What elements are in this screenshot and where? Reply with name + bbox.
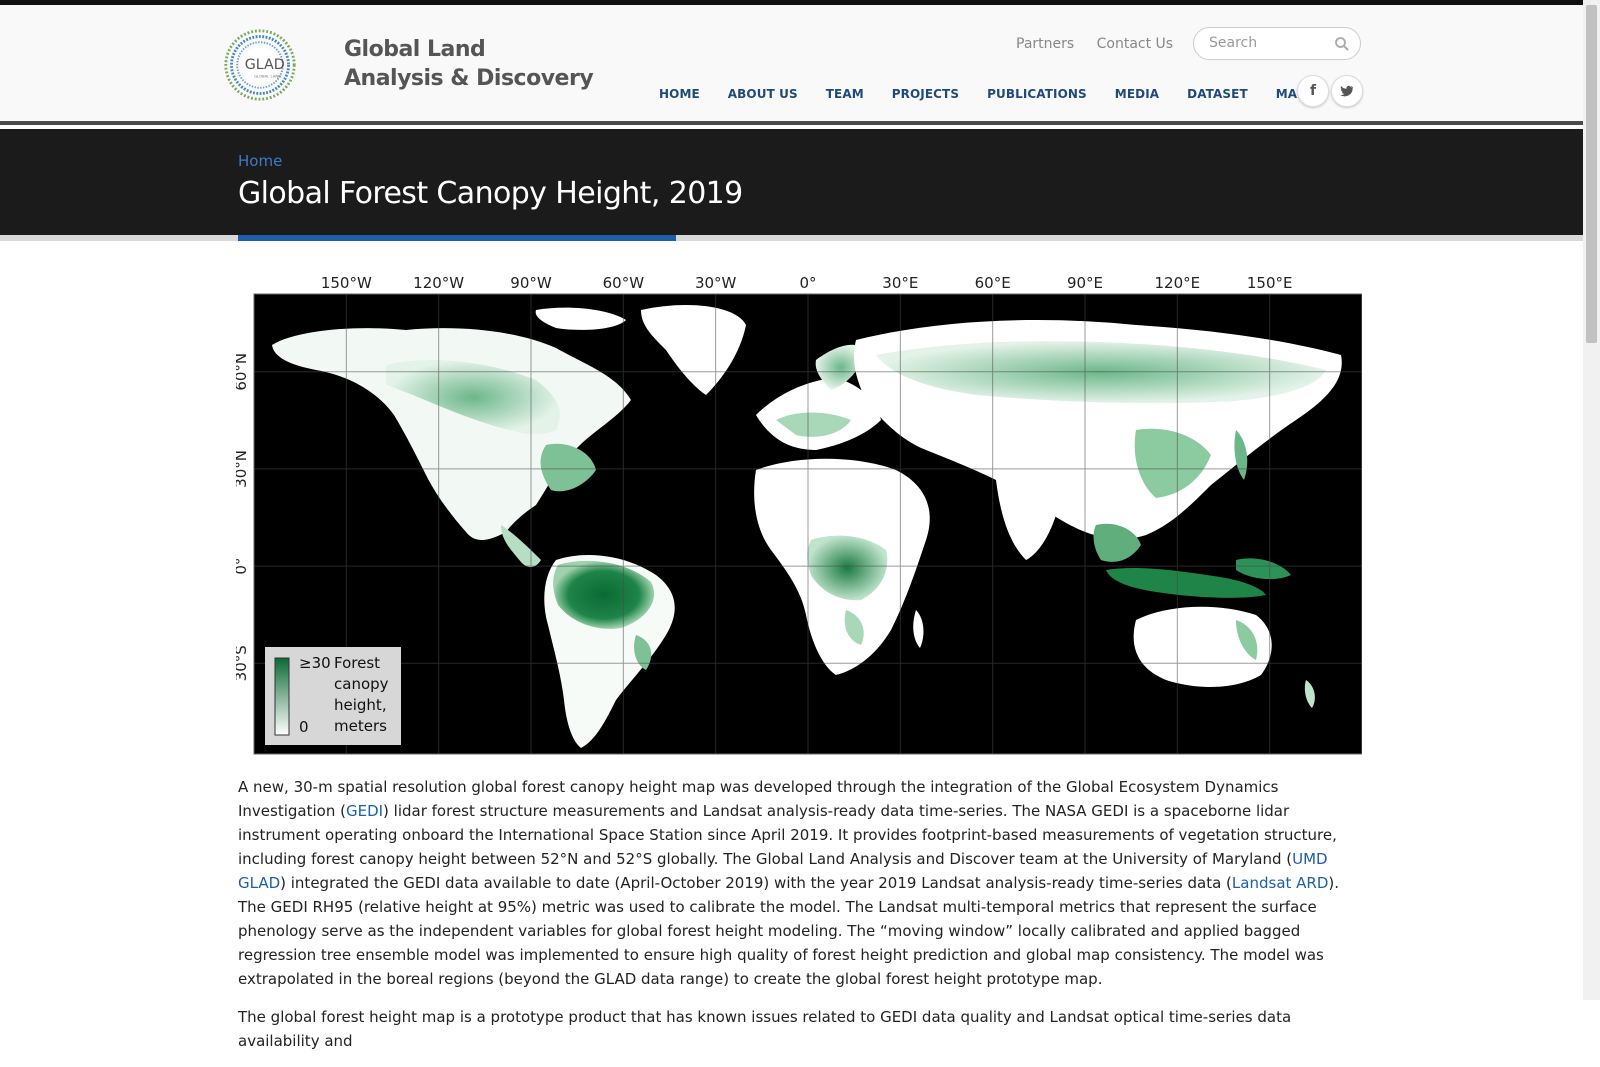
main-nav: HOME ABOUT US TEAM PROJECTS PUBLICATIONS… <box>659 87 1343 101</box>
legend-max: ≥30 <box>299 654 331 672</box>
nav-dataset[interactable]: DATASET <box>1187 87 1248 101</box>
logo-text: GLAD <box>245 57 285 73</box>
legend-min: 0 <box>299 718 309 736</box>
legend-color-ramp <box>274 657 290 736</box>
breadcrumb-home[interactable]: Home <box>238 152 282 170</box>
legend-title-line2: canopy <box>334 675 389 693</box>
paragraph-1: A new, 30-m spatial resolution global fo… <box>238 778 1340 988</box>
page-title: Global Forest Canopy Height, 2019 <box>238 176 743 211</box>
longitude-label: 150°E <box>1247 274 1293 292</box>
legend-title-line1: Forest <box>334 654 380 672</box>
latitude-label: 30°S <box>236 645 250 681</box>
latitude-labels: 60°N 30°N 0° 30°S <box>232 353 250 682</box>
longitude-label: 120°W <box>413 274 464 292</box>
svg-text:GLOBAL LAND: GLOBAL LAND <box>254 73 281 78</box>
legend-title-line4: meters <box>334 717 387 735</box>
search-input[interactable] <box>1207 34 1331 52</box>
nav-publications[interactable]: PUBLICATIONS <box>987 87 1087 101</box>
longitude-label: 30°E <box>882 274 918 292</box>
longitude-labels: 150°W 120°W 90°W 60°W 30°W 0° 30°E 60°E 90°E 120°… <box>321 274 1293 292</box>
glad-logo-icon[interactable]: GLAD GLOBAL LAND <box>222 27 298 103</box>
longitude-label: 90°W <box>510 274 552 292</box>
longitude-label: 120°E <box>1155 274 1201 292</box>
search-box <box>1193 27 1361 60</box>
twitter-icon[interactable] <box>1331 75 1363 107</box>
longitude-label: 60°E <box>975 274 1011 292</box>
site-title-line1: Global Land <box>344 37 486 62</box>
nav-home[interactable]: HOME <box>659 87 700 101</box>
contact-us-link[interactable]: Contact Us <box>1097 36 1173 52</box>
page-scrollbar[interactable] <box>1583 0 1600 1000</box>
map-legend: ≥30 0 Forest canopy height, meters <box>265 647 401 745</box>
latitude-label: 60°N <box>236 353 250 391</box>
search-icon[interactable] <box>1334 36 1350 52</box>
site-title[interactable]: Global Land Analysis & Discovery <box>344 35 594 93</box>
nav-about-us[interactable]: ABOUT US <box>728 87 798 101</box>
longitude-label: 30°W <box>695 274 737 292</box>
site-header: GLAD GLOBAL LAND Global Land Analysis & … <box>0 5 1583 125</box>
article-body: A new, 30-m spatial resolution global fo… <box>238 775 1366 1067</box>
facebook-icon[interactable]: f <box>1297 75 1329 107</box>
gedi-link[interactable]: GEDI <box>346 802 383 820</box>
banner-accent-bar <box>238 235 676 241</box>
latitude-label: 30°N <box>236 450 250 488</box>
nav-projects[interactable]: PROJECTS <box>892 87 959 101</box>
longitude-label: 60°W <box>603 274 645 292</box>
landsat-ard-link[interactable]: Landsat ARD <box>1232 874 1328 892</box>
legend-title-line3: height, <box>334 696 387 714</box>
longitude-label: 0° <box>799 274 816 292</box>
forest-height-map: 150°W 120°W 90°W 60°W 30°W 0° 30°E 60°E 90°E 120°… <box>232 270 1363 756</box>
paragraph-2: The global forest height map is a protot… <box>238 1008 1292 1050</box>
longitude-label: 90°E <box>1067 274 1103 292</box>
top-links: Partners Contact Us <box>1016 36 1191 52</box>
longitude-label: 150°W <box>321 274 372 292</box>
forest-height-map-svg: 150°W 120°W 90°W 60°W 30°W 0° 30°E 60°E 90°E 120°… <box>232 274 1363 755</box>
partners-link[interactable]: Partners <box>1016 36 1074 52</box>
nav-team[interactable]: TEAM <box>826 87 864 101</box>
site-title-line2: Analysis & Discovery <box>344 66 594 91</box>
scrollbar-thumb[interactable] <box>1586 5 1597 343</box>
latitude-label: 0° <box>236 558 250 575</box>
nav-media[interactable]: MEDIA <box>1115 87 1159 101</box>
